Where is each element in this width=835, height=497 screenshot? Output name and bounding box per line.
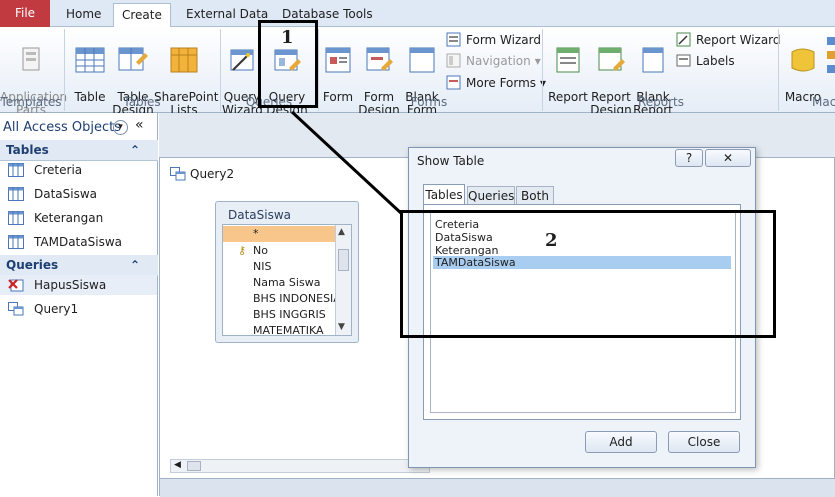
annotation-label-2: 2 (545, 230, 558, 251)
annotation-box-2 (400, 210, 776, 338)
